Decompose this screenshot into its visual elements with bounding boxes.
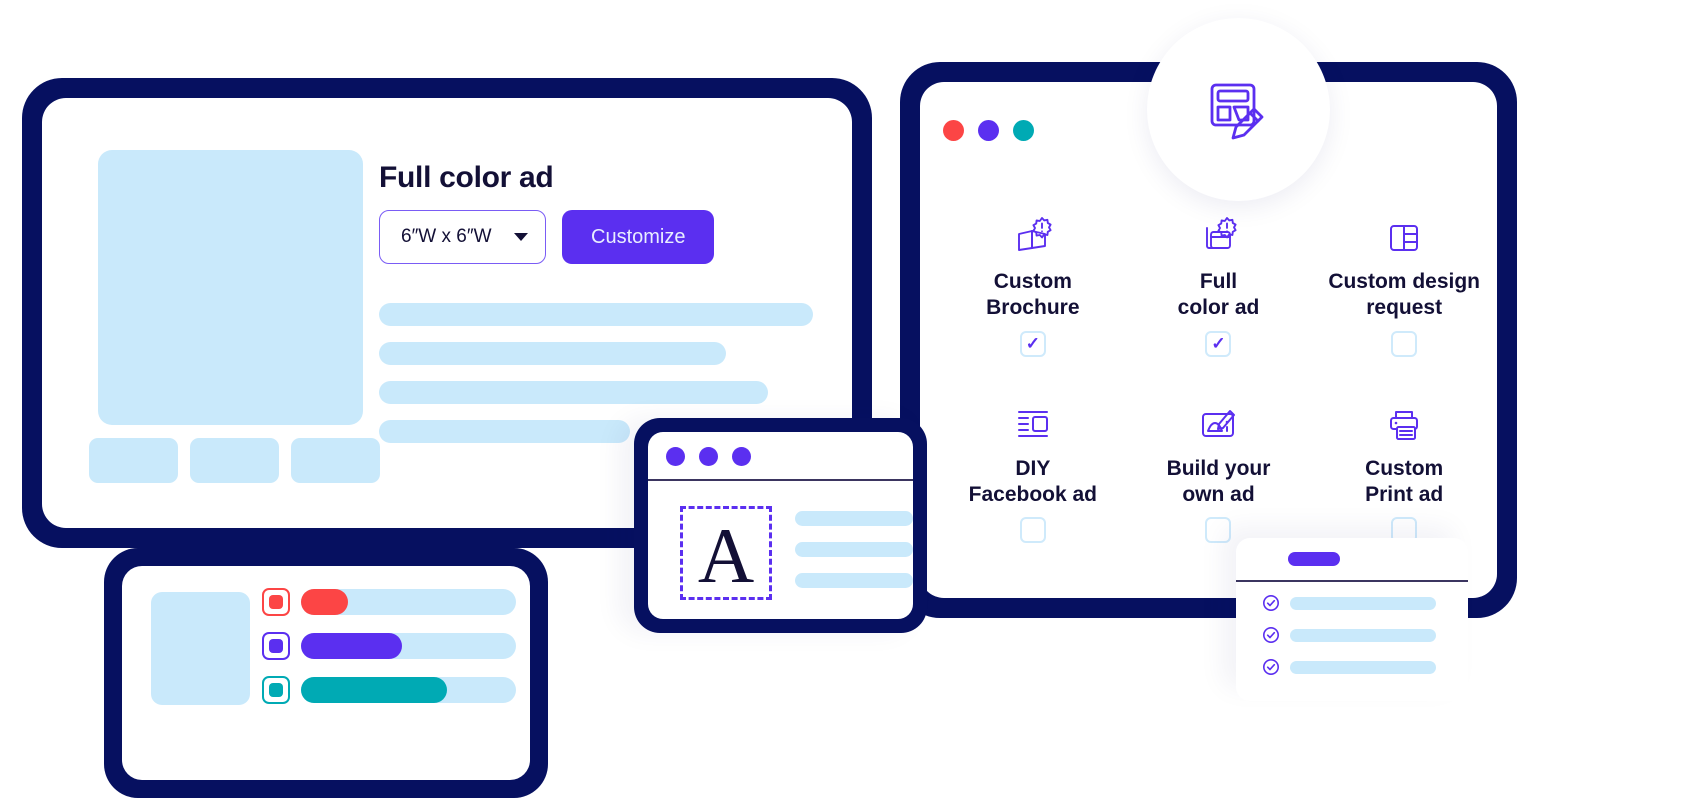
option-checkbox[interactable]: ✓ [1019,330,1046,357]
check-circle-icon [1263,595,1279,611]
checklist-rows [1262,594,1436,676]
close-dot[interactable] [943,120,964,141]
layout-grid-icon [1384,212,1424,258]
option-label: Full color ad [1177,270,1260,320]
swatch-track [301,677,516,703]
swatch-row[interactable] [262,588,516,616]
swatch-color-box[interactable] [262,632,290,660]
option-checkbox[interactable] [1205,517,1232,543]
option-custom-print-ad[interactable]: Custom Print ad [1311,399,1497,543]
skeleton-line [795,511,913,526]
skeleton-line [379,381,768,404]
option-checkbox[interactable] [1391,330,1418,357]
selected-text-box[interactable]: A [680,506,772,600]
option-label: Build your own ad [1166,456,1271,506]
checklist-item[interactable] [1262,626,1436,644]
ad-preview-thumbnail [98,150,363,425]
skeleton-line [379,303,813,326]
option-full-color-ad[interactable]: Full color ad ✓ [1126,212,1312,357]
ad-thumbnail-chip-row [89,438,380,483]
design-edit-icon [1210,83,1263,139]
thumbnail-chip[interactable] [291,438,380,483]
text-tool-content: A [648,432,913,619]
selected-letter: A [697,511,755,599]
color-swatch-window [104,548,548,798]
thumbnail-chip[interactable] [89,438,178,483]
option-checkbox[interactable] [1019,517,1046,543]
checklist-line [1290,628,1436,642]
skeleton-line [379,420,630,443]
text-tool-window: A [634,418,927,633]
swatch-track [301,633,516,659]
swatch-fill [301,589,349,615]
design-badge [1147,18,1330,201]
option-custom-design-request[interactable]: Custom design request [1311,212,1497,357]
dot-three[interactable] [732,447,751,466]
illustration-canvas: Full color ad 6″W x 6″W Customize Custom… [0,0,1689,799]
maximize-dot[interactable] [1013,120,1034,141]
swatch-color-box[interactable] [262,676,290,704]
checklist-item[interactable] [1262,658,1436,676]
swatch-row[interactable] [262,676,516,704]
check-circle-icon [1263,627,1279,643]
page-title: Full color ad [379,161,554,194]
divider [648,479,913,482]
swatch-track [301,589,516,615]
skeleton-line [795,573,913,588]
thumbnail-chip[interactable] [190,438,279,483]
option-label: Custom Brochure [986,270,1080,320]
option-custom-brochure[interactable]: Custom Brochure ✓ [940,212,1126,357]
checklist-line [1290,660,1436,674]
option-checkbox[interactable]: ✓ [1205,330,1232,357]
color-ad-spark-icon [1196,212,1240,258]
swatch-row[interactable] [262,632,516,660]
checklist-window [1236,538,1468,701]
facebook-ad-layout-icon [1012,399,1054,445]
checklist-item[interactable] [1262,594,1436,612]
ad-editor-controls: 6″W x 6″W Customize [379,210,715,264]
option-label: Custom design request [1328,270,1480,320]
dot-one[interactable] [666,447,685,466]
minimize-dot[interactable] [978,120,999,141]
text-skeleton-lines [795,511,913,588]
chevron-down-icon [514,233,528,241]
dot-two[interactable] [699,447,718,466]
swatch-fill [301,633,403,659]
check-circle-icon [1263,659,1279,675]
swatch-color-box[interactable] [262,588,290,616]
printer-icon [1384,399,1424,445]
size-select[interactable]: 6″W x 6″W [379,210,546,264]
build-ad-pencil-icon [1197,399,1239,445]
brochure-spark-icon [1011,212,1055,258]
swatch-preview-thumbnail [151,592,250,705]
ad-type-option-grid: Custom Brochure ✓ Full color ad ✓ Custom… [940,212,1497,543]
skeleton-line [379,342,726,365]
window-traffic-lights [943,120,1034,141]
option-label: DIY Facebook ad [968,456,1098,506]
text-card-dots [666,447,751,466]
option-build-your-own-ad[interactable]: Build your own ad [1126,399,1312,543]
option-diy-facebook-ad[interactable]: DIY Facebook ad [940,399,1126,543]
divider [1236,580,1468,582]
check-icon: ✓ [1211,334,1226,353]
size-select-value: 6″W x 6″W [401,226,492,247]
color-swatch-content [122,566,530,780]
swatch-row-list [262,588,516,704]
action-pill[interactable] [1288,552,1340,566]
option-label: Custom Print ad [1365,456,1444,506]
customize-button[interactable]: Customize [562,210,715,264]
check-icon: ✓ [1025,334,1040,353]
skeleton-line [795,542,913,557]
checklist-line [1290,596,1436,610]
swatch-fill [301,677,448,703]
